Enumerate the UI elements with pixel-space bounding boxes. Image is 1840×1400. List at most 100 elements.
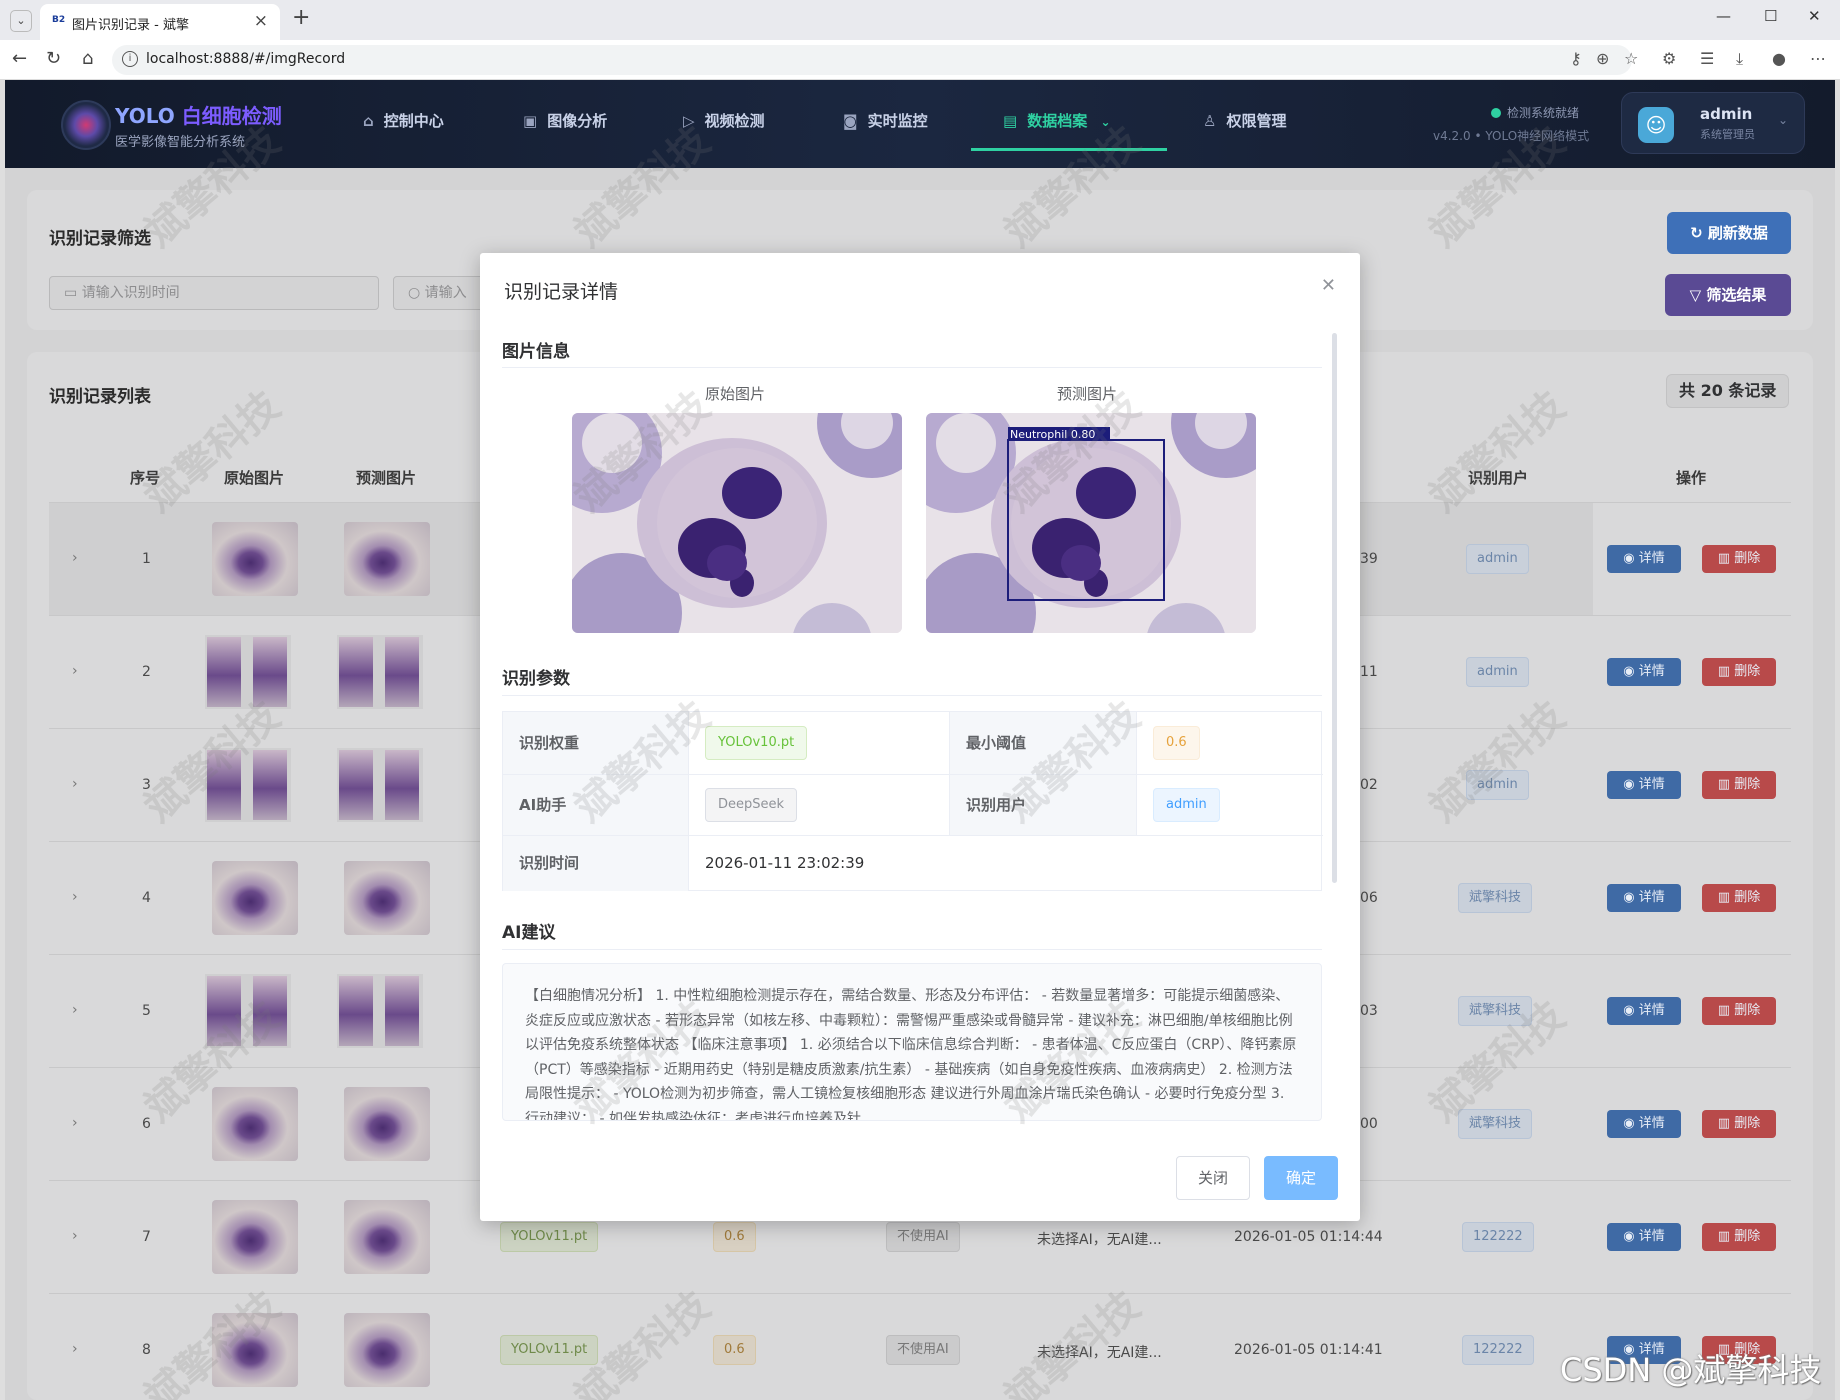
user-menu[interactable]: ☺ admin 系统管理员 ⌄ — [1621, 92, 1805, 154]
key-icon[interactable]: ⚷ — [1570, 49, 1582, 68]
expand-row-icon[interactable]: › — [72, 1228, 78, 1244]
row-time: 2026-01-05 01:14:41 — [1234, 1342, 1383, 1358]
new-tab-button[interactable]: + — [292, 5, 310, 30]
eye-icon: ◉ — [1623, 1003, 1639, 1018]
time-filter-input[interactable]: ▭ 请输入识别时间 — [49, 276, 379, 310]
close-icon[interactable]: ✕ — [1321, 275, 1336, 296]
detail-button[interactable]: ◉ 详情 — [1607, 1223, 1681, 1251]
maximize-icon[interactable]: ☐ — [1764, 7, 1777, 25]
row-time-partial: 00 — [1360, 1116, 1378, 1132]
trash-icon: ▥ — [1717, 1003, 1735, 1018]
favicon-icon: B2 — [52, 15, 66, 25]
eye-icon: ◉ — [1623, 890, 1639, 905]
detail-button[interactable]: ◉ 详情 — [1607, 545, 1681, 573]
user-tag: 122222 — [1462, 1335, 1534, 1365]
original-thumbnail[interactable] — [212, 1200, 298, 1274]
predicted-thumbnail[interactable] — [344, 1313, 430, 1387]
detail-button[interactable]: ◉ 详情 — [1607, 771, 1681, 799]
user-cell: admin — [1137, 775, 1323, 836]
back-icon[interactable]: ← — [12, 48, 27, 69]
ai-tag: DeepSeek — [705, 788, 798, 822]
trash-icon: ▥ — [1717, 551, 1735, 566]
favorites-icon[interactable]: ☰ — [1700, 49, 1714, 68]
expand-row-icon[interactable]: › — [72, 776, 78, 792]
delete-button[interactable]: ▥ 删除 — [1702, 658, 1776, 686]
conf-tag: 0.6 — [713, 1335, 756, 1365]
detail-button[interactable]: ◉ 详情 — [1607, 658, 1681, 686]
row-index: 6 — [142, 1116, 151, 1132]
calendar-icon: ▭ — [64, 285, 82, 301]
conf-tag: 0.6 — [1153, 726, 1200, 760]
tab-search-button[interactable]: ⌄ — [10, 10, 32, 32]
ai-advice-heading: AI建议 — [502, 923, 556, 943]
eye-icon: ◉ — [1623, 777, 1639, 792]
window-close-icon[interactable]: ✕ — [1808, 7, 1821, 25]
zoom-icon[interactable]: ⊕ — [1596, 49, 1609, 68]
predicted-thumbnail[interactable] — [344, 861, 430, 935]
url-text: localhost:8888/#/imgRecord — [146, 51, 346, 67]
section-divider — [502, 367, 1322, 368]
download-icon[interactable]: ⤓ — [1736, 49, 1743, 69]
profile-icon[interactable]: ● — [1772, 49, 1786, 68]
reload-icon[interactable]: ↻ — [46, 48, 61, 69]
browser-tab[interactable]: B2 图片识别记录 - 斌擎 × — [40, 4, 280, 40]
predicted-thumbnail[interactable] — [337, 635, 423, 709]
detail-button[interactable]: ◉ 详情 — [1607, 1110, 1681, 1138]
dialog-title: 识别记录详情 — [504, 281, 619, 303]
expand-row-icon[interactable]: › — [72, 889, 78, 905]
expand-row-icon[interactable]: › — [72, 1341, 78, 1357]
row-time-partial: 39 — [1360, 551, 1378, 567]
row-divider — [49, 1293, 1791, 1294]
delete-button[interactable]: ▥ 删除 — [1702, 1223, 1776, 1251]
url-field[interactable]: i localhost:8888/#/imgRecord — [112, 45, 1632, 75]
filter-button[interactable]: ▽ 筛选结果 — [1665, 274, 1791, 316]
predicted-thumbnail[interactable] — [337, 748, 423, 822]
predicted-thumbnail[interactable] — [344, 1200, 430, 1274]
delete-button[interactable]: ▥ 删除 — [1702, 997, 1776, 1025]
dialog-scrollbar[interactable] — [1332, 333, 1337, 883]
expand-row-icon[interactable]: › — [72, 1002, 78, 1018]
extensions-icon[interactable]: ⚙ — [1662, 49, 1676, 68]
camera-icon: ◙ — [843, 112, 858, 130]
close-button[interactable]: 关闭 — [1176, 1156, 1250, 1200]
trash-icon: ▥ — [1717, 1116, 1735, 1131]
star-icon[interactable]: ☆ — [1624, 49, 1638, 68]
expand-row-icon[interactable]: › — [72, 1115, 78, 1131]
trash-icon: ▥ — [1717, 777, 1735, 792]
browser-tab-bar: ⌄ B2 图片识别记录 - 斌擎 × + — ☐ ✕ — [0, 0, 1840, 40]
delete-button[interactable]: ▥ 删除 — [1702, 545, 1776, 573]
original-thumbnail[interactable] — [212, 1087, 298, 1161]
nav-image-analysis[interactable]: ▣ 图像分析 — [523, 110, 607, 131]
confirm-button[interactable]: 确定 — [1264, 1156, 1338, 1200]
address-bar-row: ← ↻ ⌂ i localhost:8888/#/imgRecord ⚷ ⊕ ☆… — [0, 40, 1840, 80]
record-count-badge: 共 20 条记录 — [1666, 374, 1790, 408]
original-thumbnail[interactable] — [212, 522, 298, 596]
nav-dashboard[interactable]: ⌂ 控制中心 — [363, 110, 444, 131]
predicted-thumbnail[interactable] — [337, 974, 423, 1048]
close-tab-icon[interactable]: × — [254, 11, 268, 31]
predicted-thumbnail[interactable] — [344, 522, 430, 596]
site-info-icon[interactable]: i — [122, 51, 138, 67]
delete-button[interactable]: ▥ 删除 — [1702, 1110, 1776, 1138]
more-icon[interactable]: ⋯ — [1810, 49, 1826, 68]
original-thumbnail[interactable] — [212, 861, 298, 935]
user-tag: 斌擎科技 — [1458, 883, 1533, 913]
detail-button[interactable]: ◉ 详情 — [1607, 997, 1681, 1025]
detail-button[interactable]: ◉ 详情 — [1607, 884, 1681, 912]
home-icon: ⌂ — [363, 112, 374, 130]
minimize-icon[interactable]: — — [1716, 7, 1731, 25]
delete-button[interactable]: ▥ 删除 — [1702, 771, 1776, 799]
expand-row-icon[interactable]: › — [72, 550, 78, 566]
home-icon[interactable]: ⌂ — [82, 48, 93, 69]
conf-cell: 0.6 — [1137, 712, 1323, 775]
refresh-icon: ↻ — [1690, 224, 1708, 242]
predicted-thumbnail[interactable] — [344, 1087, 430, 1161]
nav-permissions[interactable]: ♙ 权限管理 — [1203, 110, 1286, 131]
expand-row-icon[interactable]: › — [72, 663, 78, 679]
refresh-button[interactable]: ↻ 刷新数据 — [1667, 212, 1791, 254]
search-filter-input[interactable]: ○ 请输入 — [393, 276, 493, 310]
tab-title: 图片识别记录 - 斌擎 — [72, 18, 189, 33]
nav-realtime-monitor[interactable]: ◙ 实时监控 — [843, 110, 928, 131]
conf-tag: 0.6 — [713, 1222, 756, 1252]
delete-button[interactable]: ▥ 删除 — [1702, 884, 1776, 912]
